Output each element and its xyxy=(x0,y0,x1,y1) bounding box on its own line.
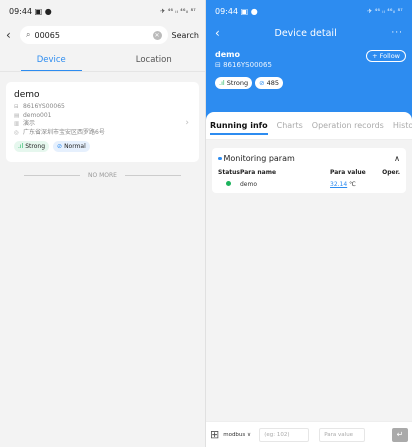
device-detail-screen: 09:44 ▣ ● ✈ ⁴⁶ ᵢₗ ⁴⁶ᵢₗ ⁸⁷ ‹ Device detai… xyxy=(206,0,412,447)
sn-icon: ⊟ xyxy=(14,104,19,110)
model-icon: ▤ xyxy=(14,112,20,119)
link-icon: ⊘ xyxy=(57,143,63,150)
device-search-screen: 09:44 ▣ ● ✈ ⁴⁶ ᵢₗ ⁴⁶ᵢₗ ⁸⁷ ‹ ⌕ 00065 ✕ Se… xyxy=(0,0,206,447)
status-dot-icon xyxy=(226,181,231,186)
signal-badge: .ıl Strong xyxy=(14,141,50,152)
tab-operation-records[interactable]: Operation records xyxy=(312,121,384,130)
detail-header-area: 09:44 ▣ ● ✈ ⁴⁶ ᵢₗ ⁴⁶ᵢₗ ⁸⁷ ‹ Device detai… xyxy=(206,0,412,120)
status-icons: ✈ ⁴⁶ ᵢₗ ⁴⁶ᵢₗ ⁸⁷ xyxy=(160,7,196,15)
search-query: 00065 xyxy=(34,30,60,40)
detail-badges: .ıl Strong ⊘ 485 xyxy=(215,77,403,89)
para-unit: ℃ xyxy=(349,181,356,188)
search-bar: ‹ ⌕ 00065 ✕ Search xyxy=(0,22,205,48)
tab-device[interactable]: Device xyxy=(0,48,103,71)
tab-history-faults[interactable]: History fau xyxy=(393,121,412,130)
table-row: demo 32.14 ℃ xyxy=(218,181,400,188)
search-input[interactable]: ⌕ 00065 ✕ xyxy=(20,26,168,44)
monitoring-panel: Monitoring param ∧ Status Para name Para… xyxy=(212,148,406,193)
detail-nav-bar: ‹ Device detail ··· xyxy=(206,22,412,44)
value-input[interactable]: Para value xyxy=(319,427,366,442)
device-badges: .ıl Strong ⊘ Normal xyxy=(14,141,191,152)
chevron-right-icon: › xyxy=(185,118,189,128)
more-icon[interactable]: ··· xyxy=(391,28,403,38)
device-card[interactable]: demo ⊟ 8616YS00065 ▤ demo001 ▥ 演示 ◎ 广东省深圳市宝安… xyxy=(6,82,199,162)
no-more-divider: NO MORE xyxy=(0,172,205,179)
para-name: demo xyxy=(240,181,258,188)
detail-link-badge: ⊘ 485 xyxy=(255,77,283,89)
register-input[interactable]: (eg: 102) xyxy=(259,427,310,442)
status-bar-right: 09:44 ▣ ● ✈ ⁴⁶ ᵢₗ ⁴⁶ᵢₗ ⁸⁷ xyxy=(206,0,412,22)
detail-sn: ⊟ 8616YS00065 xyxy=(215,61,272,69)
device-address-row: ◎ 广东省深圳市宝安区西罗路6号 xyxy=(14,128,105,136)
signal-icon: .ıl xyxy=(219,79,225,87)
detail-signal-badge: .ıl Strong xyxy=(215,77,253,89)
chevron-up-icon[interactable]: ∧ xyxy=(394,154,400,163)
send-icon[interactable]: ↵ xyxy=(392,427,408,442)
table-header: Status Para name Para value Oper. xyxy=(218,169,400,176)
signal-icon: .ıl xyxy=(18,143,24,150)
search-button[interactable]: Search xyxy=(172,31,199,40)
search-icon: ⌕ xyxy=(26,30,31,39)
status-time-right: 09:44 ▣ ● xyxy=(215,6,258,16)
follow-button[interactable]: + Follow xyxy=(366,50,406,62)
status-icons-right: ✈ ⁴⁶ ᵢₗ ⁴⁶ᵢₗ ⁸⁷ xyxy=(367,7,403,15)
bullet-dot-icon xyxy=(218,156,222,161)
monitoring-header[interactable]: Monitoring param ∧ xyxy=(218,154,400,163)
monitoring-title: Monitoring param xyxy=(223,154,295,163)
list-tabs: Device Location xyxy=(0,48,205,72)
location-icon: ◎ xyxy=(14,129,19,136)
device-model-row: ▤ demo001 xyxy=(14,111,52,119)
group-icon: ▥ xyxy=(14,121,20,127)
state-badge: ⊘ Normal xyxy=(53,141,90,152)
status-time: 09:44 ▣ ● xyxy=(9,6,52,16)
back-arrow-icon[interactable]: ‹ xyxy=(215,26,220,40)
detail-tabs: Running info Charts Operation records Hi… xyxy=(206,112,412,140)
page-title: Device detail xyxy=(274,27,337,39)
device-summary: demo ⊟ 8616YS00065 + Follow .ıl Strong ⊘ 4… xyxy=(206,44,412,120)
device-name: demo xyxy=(14,90,40,100)
status-bar: 09:44 ▣ ● ✈ ⁴⁶ ᵢₗ ⁴⁶ᵢₗ ⁸⁷ xyxy=(0,0,205,22)
grid-menu-icon[interactable]: ⊞ xyxy=(210,428,219,441)
sn-icon: ⊟ xyxy=(215,61,224,69)
clear-icon[interactable]: ✕ xyxy=(152,30,162,40)
link-icon: ⊘ xyxy=(259,79,265,87)
device-sn-row: ⊟ 8616YS00065 xyxy=(14,103,65,110)
tab-location[interactable]: Location xyxy=(103,48,206,71)
tab-running-info[interactable]: Running info xyxy=(210,121,268,135)
device-group-row: ▥ 演示 xyxy=(14,120,36,127)
tab-charts[interactable]: Charts xyxy=(277,121,303,130)
para-value-link[interactable]: 32.14 xyxy=(330,181,347,188)
protocol-select[interactable]: modbus ∨ xyxy=(223,432,255,438)
back-arrow-icon[interactable]: ‹ xyxy=(6,28,16,42)
command-bar: ⊞ modbus ∨ (eg: 102) Para value ↵ xyxy=(206,421,412,447)
